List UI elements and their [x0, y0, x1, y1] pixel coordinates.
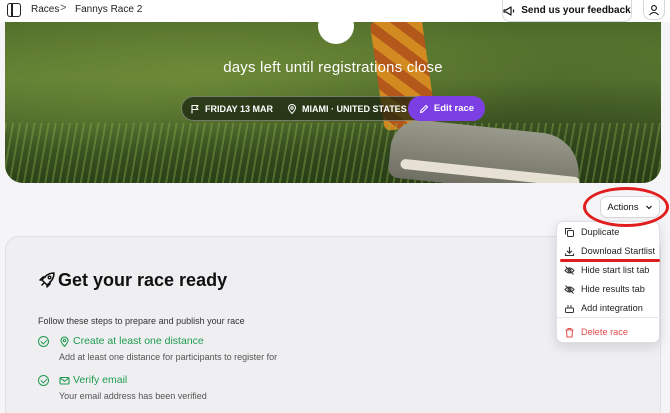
menu-item-add-integration[interactable]: Add integration — [557, 299, 661, 317]
menu-item-label: Delete race — [581, 327, 628, 337]
race-location: MIAMI · UNITED STATES — [287, 104, 407, 114]
menu-divider — [557, 317, 661, 318]
step-create-distance[interactable]: Create at least one distance — [73, 335, 204, 347]
pencil-icon — [419, 104, 428, 113]
feedback-label: Send us your feedback — [521, 5, 631, 16]
location-pin-icon — [60, 336, 69, 347]
step-create-distance-description: Add at least one distance for participan… — [59, 352, 278, 362]
menu-item-label: Duplicate — [581, 227, 620, 237]
annotation-underline — [560, 259, 660, 262]
menu-item-label: Hide results tab — [581, 284, 645, 294]
feedback-button[interactable]: Send us your feedback — [502, 0, 632, 22]
plug-icon — [564, 303, 575, 314]
user-menu-button[interactable] — [643, 0, 665, 20]
breadcrumb-separator: > — [60, 2, 67, 14]
card-title: Get your race ready — [58, 270, 228, 290]
menu-item-label: Hide start list tab — [581, 265, 650, 275]
rocket-icon — [39, 272, 55, 288]
trash-icon — [564, 327, 575, 338]
check-circle-icon — [38, 336, 49, 347]
race-logo — [318, 22, 354, 44]
check-circle-icon — [38, 375, 49, 386]
menu-item-hide-results-tab[interactable]: Hide results tab — [557, 280, 661, 298]
race-date-label: FRIDAY 13 MAR — [205, 103, 274, 114]
race-info-pill: FRIDAY 13 MAR MIAMI · UNITED STATES Edit… — [181, 96, 485, 121]
menu-item-delete-race[interactable]: Delete race — [557, 323, 661, 341]
menu-item-download-startlist[interactable]: Download Startlist — [557, 242, 661, 260]
step-verify-email[interactable]: Verify email — [73, 374, 127, 386]
location-pin-icon — [288, 103, 297, 114]
megaphone-icon — [503, 5, 515, 16]
eye-off-icon — [564, 284, 575, 295]
breadcrumb-root[interactable]: Races — [31, 4, 59, 15]
menu-item-duplicate[interactable]: Duplicate — [557, 223, 661, 241]
sidebar-toggle-icon[interactable] — [7, 3, 21, 17]
eye-off-icon — [564, 265, 575, 276]
card-subtitle: Follow these steps to prepare and publis… — [38, 316, 245, 326]
registration-countdown: days left until registrations close — [223, 59, 443, 76]
edit-race-label: Edit race — [433, 103, 475, 114]
user-icon — [649, 4, 659, 15]
race-location-label: MIAMI · UNITED STATES — [302, 103, 407, 114]
menu-item-label: Add integration — [581, 303, 643, 313]
menu-item-label: Download Startlist — [581, 246, 656, 256]
flag-icon — [191, 104, 199, 113]
top-bar: Races > Fannys Race 2 Send us your feedb… — [0, 0, 670, 22]
annotation-circle — [583, 187, 669, 227]
breadcrumb-current: Fannys Race 2 — [75, 4, 143, 15]
race-date: FRIDAY 13 MAR — [190, 104, 273, 114]
copy-icon — [564, 227, 575, 238]
step-verify-email-description: Your email address has been verified — [59, 391, 207, 401]
mail-icon — [59, 376, 70, 385]
download-icon — [564, 246, 575, 257]
edit-race-button[interactable]: Edit race — [408, 96, 485, 121]
race-hero-banner: days left until registrations close FRID… — [5, 22, 661, 183]
menu-item-hide-start-list-tab[interactable]: Hide start list tab — [557, 261, 661, 279]
actions-menu: Duplicate Download Startlist Hide start … — [556, 221, 661, 343]
